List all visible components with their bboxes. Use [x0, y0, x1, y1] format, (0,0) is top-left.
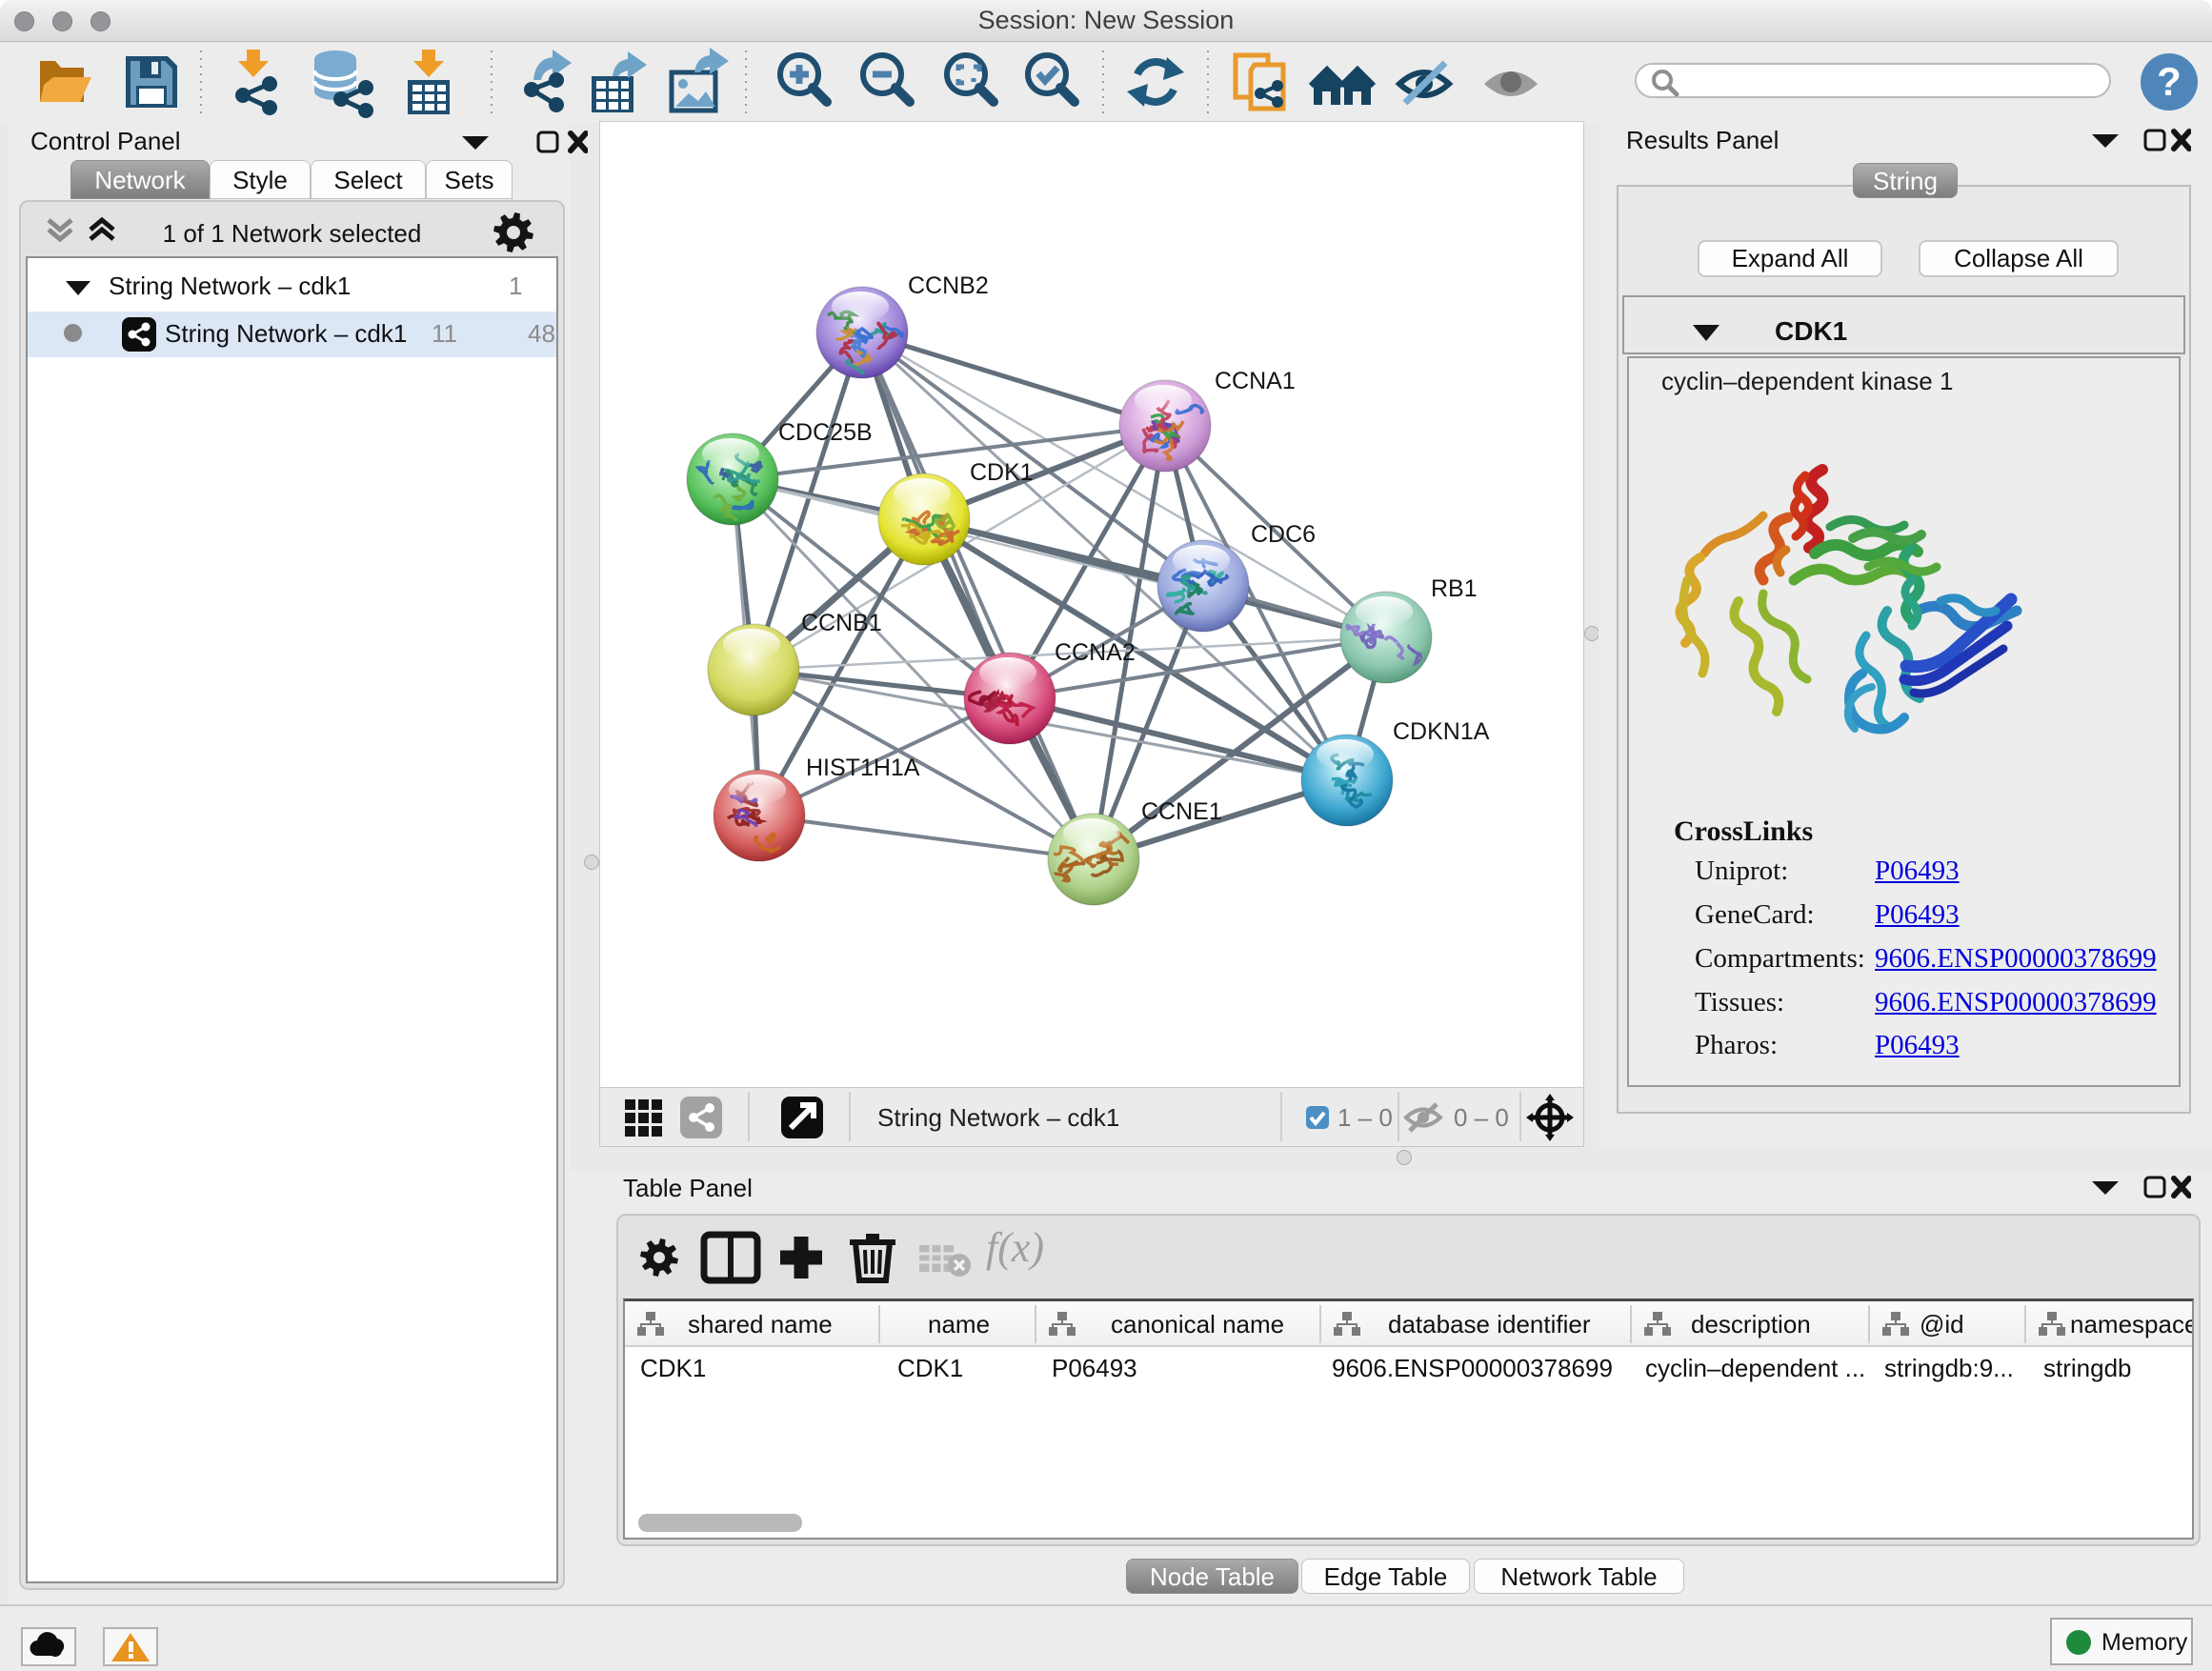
svg-text:CCNA2: CCNA2 [1055, 639, 1136, 666]
svg-text:HIST1H1A: HIST1H1A [806, 755, 920, 781]
svg-text:CDC25B: CDC25B [778, 419, 873, 446]
svg-text:?: ? [2157, 59, 2182, 104]
svg-text:CCNB1: CCNB1 [801, 610, 882, 636]
svg-text:CCNE1: CCNE1 [1141, 798, 1222, 825]
svg-text:CDK1: CDK1 [970, 459, 1034, 486]
svg-text:RB1: RB1 [1431, 575, 1478, 602]
svg-text:0 – 0: 0 – 0 [1454, 1103, 1509, 1132]
svg-text:CCNB2: CCNB2 [908, 272, 989, 299]
svg-text:CDC6: CDC6 [1251, 521, 1316, 548]
svg-text:CDKN1A: CDKN1A [1393, 718, 1490, 745]
svg-text:String Network – cdk1: String Network – cdk1 [877, 1103, 1119, 1132]
svg-text:1 – 0: 1 – 0 [1337, 1103, 1393, 1132]
svg-text:CCNA1: CCNA1 [1215, 368, 1296, 394]
